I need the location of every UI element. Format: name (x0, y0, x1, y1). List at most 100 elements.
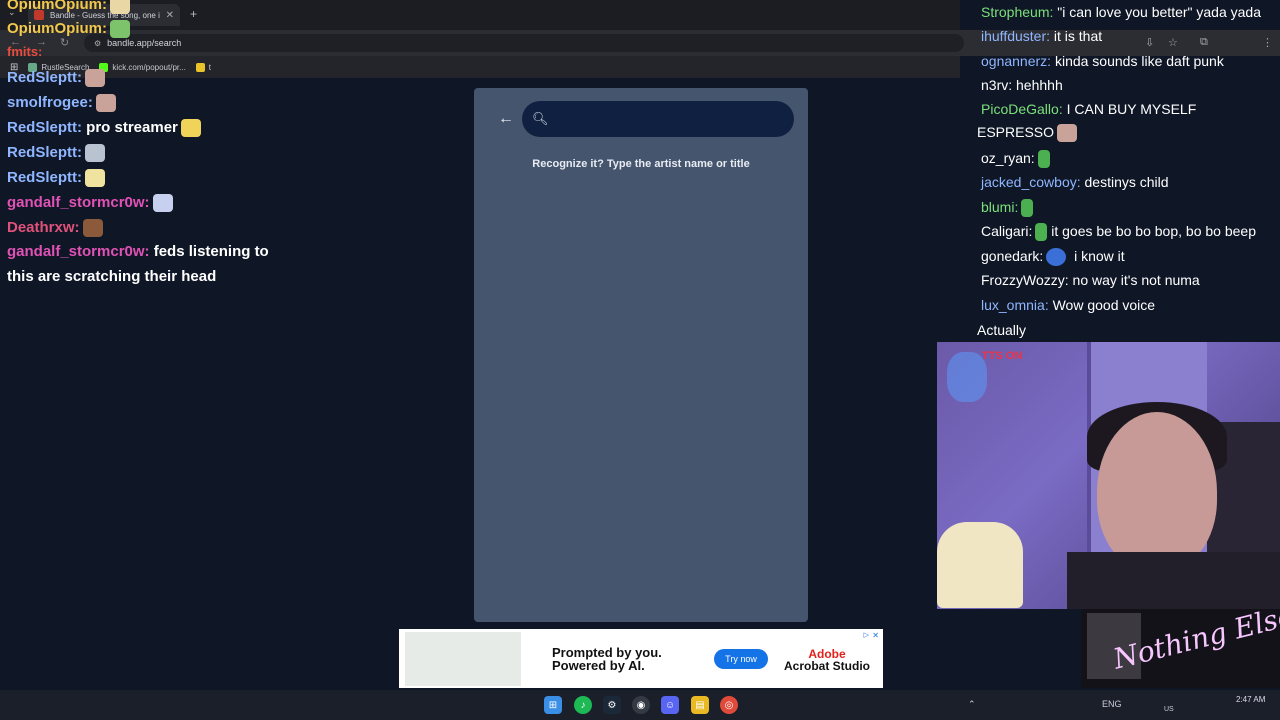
chat-message: gonedark: i know it (981, 246, 1125, 267)
chrome-icon[interactable]: ◎ (720, 696, 738, 714)
windows-taskbar: ⊞ ♪ ⚙ ◉ ☺ ▤ ◎ ⌃ ENG US 2:47 AM (0, 690, 1280, 720)
chat-username: gandalf_stormcr0w: (7, 194, 150, 211)
now-playing-album-art: Nothing Else? (1081, 609, 1280, 688)
chat-username: n3rv: (981, 77, 1013, 93)
back-arrow-icon[interactable]: ← (498, 110, 514, 128)
chat-message: PicoDeGallo: I CAN BUY MYSELF (981, 99, 1196, 119)
emote-icon (1021, 199, 1034, 218)
emote-icon (1035, 223, 1048, 242)
chat-username: PicoDeGallo: (981, 101, 1063, 117)
chat-username: fmits: (7, 44, 43, 59)
taskbar-clock[interactable]: 2:47 AM (1236, 695, 1265, 705)
chat-text: pro streamer (86, 119, 178, 136)
chat-message: oz_ryan: (981, 148, 1050, 169)
chat-message: this are scratching their head (7, 267, 216, 287)
menu-icon[interactable]: ⋮ (1262, 36, 1273, 49)
chat-text: hehhhh (1016, 77, 1063, 93)
chat-username: blumi: (981, 199, 1019, 215)
chat-message: Stropheum: "i can love you better" yada … (981, 2, 1261, 22)
chat-text: feds listening to (153, 243, 269, 260)
spotify-icon[interactable]: ♪ (574, 696, 592, 714)
tray-region: US (1164, 706, 1174, 713)
chat-message: gandalf_stormcr0w: (7, 193, 173, 213)
search-bar[interactable]: 🔍︎ (522, 101, 794, 137)
chat-text: I CAN BUY MYSELF (1066, 101, 1197, 117)
chat-username: OpiumOpium: (7, 20, 107, 37)
chat-username: Deathrxw: (7, 219, 80, 236)
chat-text: it is that (1053, 28, 1103, 44)
chat-username: jacked_cowboy: (981, 174, 1081, 190)
ad-try-now-button[interactable]: Try now (714, 649, 768, 669)
chat-overlay-left: OpiumOpium: OpiumOpium: fmits: RedSleptt… (0, 0, 360, 300)
chat-username: FrozzyWozzy: (981, 272, 1069, 288)
search-input[interactable] (548, 101, 794, 137)
chat-username: RedSleptt: (7, 169, 82, 186)
chat-username: oz_ryan: (981, 150, 1035, 166)
emote-icon (152, 194, 173, 213)
chat-message: RedSleptt: pro streamer (7, 118, 201, 138)
ad-image (405, 632, 521, 686)
chat-username: RedSleptt: (7, 69, 82, 86)
chat-username: smolfrogee: (7, 94, 93, 111)
ad-close-icon[interactable]: ✕ (872, 631, 879, 640)
emote-icon (85, 69, 105, 88)
webcam-feed: TTS ON (937, 342, 1280, 609)
emote-icon (180, 119, 201, 138)
discord-icon[interactable]: ☺ (661, 696, 679, 714)
tray-lang[interactable]: ENG (1102, 699, 1122, 709)
tray-chevron-icon[interactable]: ⌃ (968, 699, 976, 710)
chat-username: gonedark: (981, 248, 1044, 264)
install-icon[interactable]: ⇩ (1145, 36, 1154, 49)
windows-start-icon[interactable]: ⊞ (544, 696, 562, 714)
chat-message: RedSleptt: (7, 68, 105, 88)
streamer-face (1097, 412, 1217, 572)
search-hint: Recognize it? Type the artist name or ti… (532, 158, 750, 170)
chat-message: fmits: (7, 42, 42, 62)
chat-message: FrozzyWozzy: no way it's not numa (981, 270, 1200, 290)
chat-username: RedSleptt: (7, 144, 82, 161)
chat-text: no way it's not numa (1072, 272, 1200, 288)
chat-message: RedSleptt: (7, 143, 105, 163)
chat-message: jacked_cowboy: destinys child (981, 172, 1169, 192)
chat-message: gandalf_stormcr0w: feds listening to (7, 242, 269, 262)
overlay-blob (947, 352, 987, 402)
bandle-search-panel: ← 🔍︎ Recognize it? Type the artist name … (474, 88, 808, 622)
chat-message: ognannerz: kinda sounds like daft punk (981, 51, 1224, 71)
chat-username: OpiumOpium: (7, 0, 107, 13)
extensions-icon[interactable]: ⧉ (1200, 36, 1208, 49)
dog-sticker (937, 522, 1023, 608)
chat-message: Deathrxw: (7, 218, 103, 238)
chat-username: lux_omnia: (981, 297, 1049, 313)
chat-username: gandalf_stormcr0w: (7, 243, 150, 260)
chat-text: this are scratching their head (7, 268, 217, 285)
chat-text: kinda sounds like daft punk (1054, 53, 1224, 69)
steam-icon[interactable]: ⚙ (603, 696, 621, 714)
chat-message: OpiumOpium: (7, 19, 130, 39)
ad-headline: Prompted by you. Powered by AI. (552, 645, 662, 673)
chat-username: Stropheum: (981, 4, 1054, 20)
bookmark-star-icon[interactable]: ☆ (1168, 36, 1178, 49)
chat-message: OpiumOpium: (7, 0, 130, 15)
chat-message: ihuffduster: it is that (981, 26, 1102, 46)
file-explorer-icon[interactable]: ▤ (691, 696, 709, 714)
chat-message: blumi: (981, 197, 1034, 218)
chat-username: ihuffduster: (981, 28, 1051, 44)
chat-message: RedSleptt: (7, 168, 105, 188)
chat-text: destinys child (1084, 174, 1169, 190)
chat-message: Actually (977, 320, 1026, 340)
chat-message: lux_omnia: Wow good voice (981, 295, 1155, 315)
emote-icon (110, 0, 130, 15)
emote-icon (110, 20, 130, 39)
ad-banner[interactable]: ▷ ✕ Prompted by you. Powered by AI. Try … (399, 629, 883, 688)
emote-icon (82, 219, 103, 238)
ad-choices-icon[interactable]: ▷ (864, 631, 869, 639)
emote-icon (1037, 150, 1050, 169)
chat-username: Caligari: (981, 223, 1033, 239)
emote-icon (1046, 248, 1067, 267)
chat-message: ESPRESSO (977, 122, 1078, 143)
chat-message: smolfrogee: (7, 93, 116, 113)
chat-text: it goes be bo bo bop, bo bo beep (1051, 223, 1256, 239)
chat-text: Actually (977, 322, 1027, 338)
chat-text: ESPRESSO (977, 124, 1055, 140)
obs-icon[interactable]: ◉ (632, 696, 650, 714)
